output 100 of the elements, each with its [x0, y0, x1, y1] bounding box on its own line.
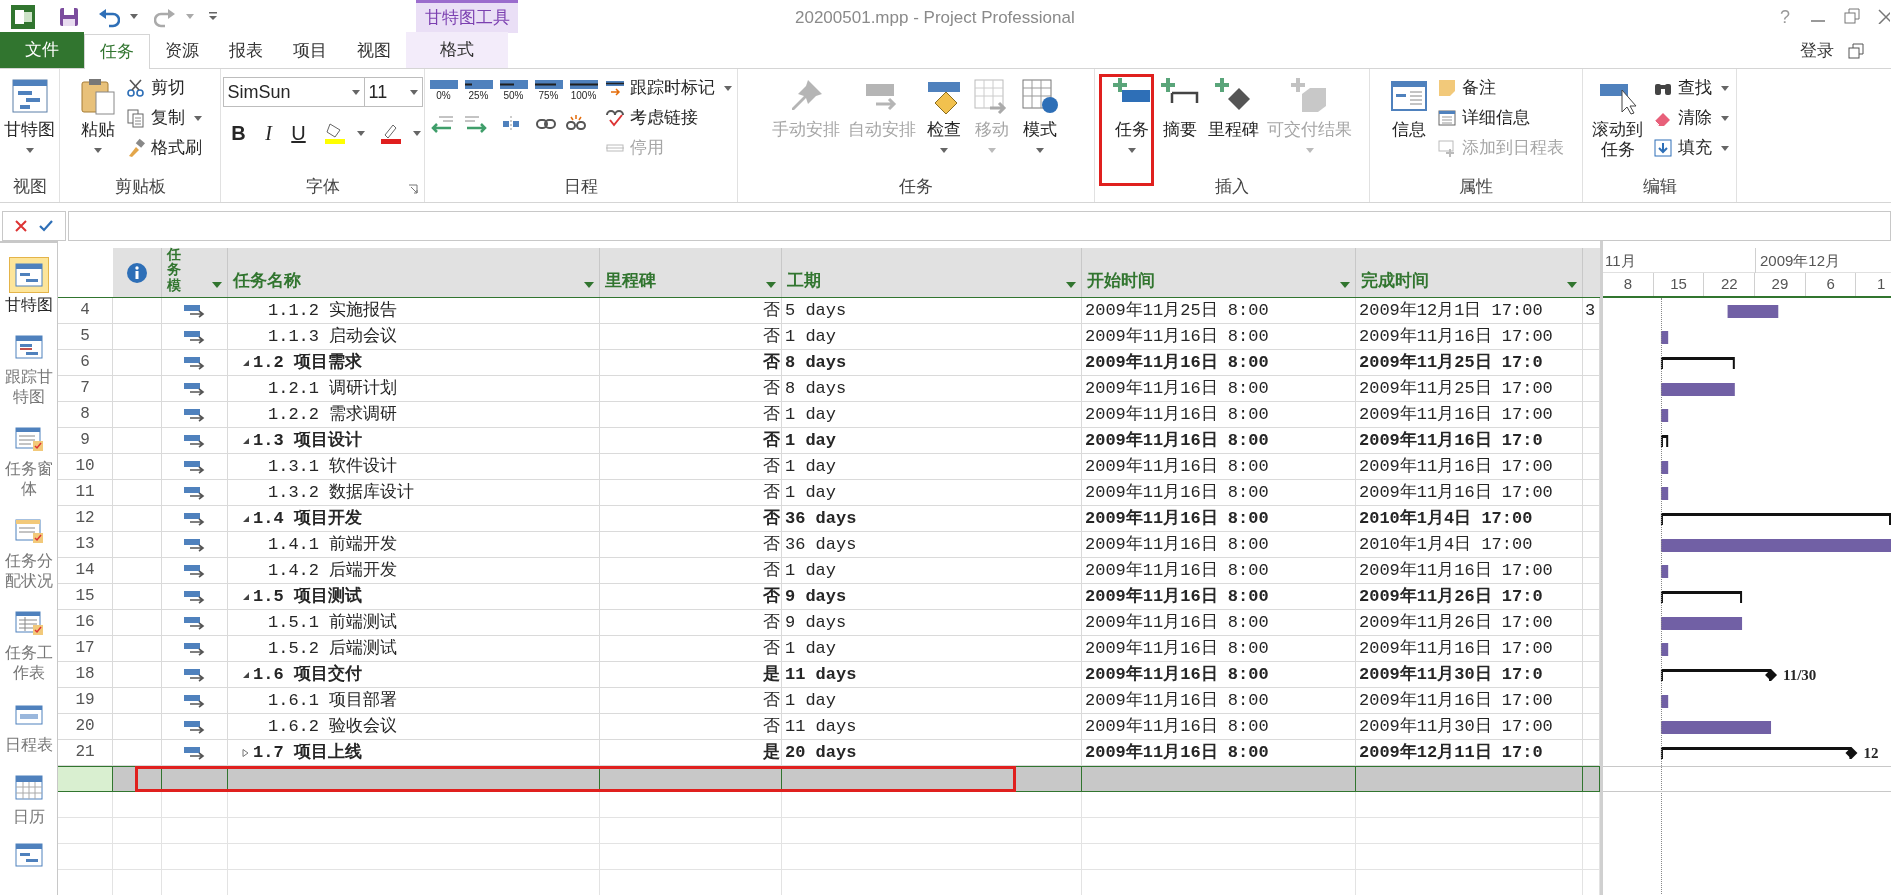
restore-icon[interactable] [1848, 43, 1864, 59]
ribbon-button[interactable]: 复制 [124, 104, 204, 132]
ribbon-button[interactable]: 跟踪时标记 [602, 74, 734, 102]
summary-bar [1660, 435, 1669, 447]
enter-check-icon[interactable] [39, 220, 53, 232]
task-bar[interactable] [1727, 305, 1779, 318]
row-number: 9 [58, 428, 113, 454]
progress-button[interactable]: 0% [428, 78, 459, 102]
group-label: 任务 [899, 176, 933, 198]
task-name: 1.4.2 后端开发 [268, 560, 398, 582]
progress-button[interactable]: 50% [498, 78, 529, 102]
font-name-field[interactable]: SimSun [222, 77, 365, 107]
empty-row[interactable] [1603, 766, 1891, 792]
format-button[interactable]: U [288, 121, 309, 145]
task-mode-icon [183, 381, 206, 396]
ribbon-button[interactable]: 滚动到任务 [1588, 72, 1647, 172]
table-cell: 否 [600, 298, 782, 324]
task-bar[interactable] [1660, 643, 1669, 656]
view-button[interactable]: 日程表 [0, 697, 57, 755]
note-icon [1436, 78, 1457, 98]
progress-bar-icon [569, 78, 598, 90]
timescale-label: 6 [1826, 274, 1835, 295]
ribbon-tab[interactable]: 格式 [406, 32, 508, 68]
table-cell: 2009年11月16日 8:00 [1082, 454, 1356, 480]
column-header[interactable]: 开始时间 [1082, 248, 1356, 298]
outdent-icon[interactable] [430, 114, 455, 134]
row-number: 11 [58, 480, 113, 506]
column-header[interactable]: 里程碑 [600, 248, 782, 298]
dialog-launcher-icon[interactable] [408, 184, 418, 194]
ribbon-button[interactable]: 填充 [1650, 134, 1731, 162]
column-header[interactable]: 工期 [782, 248, 1082, 298]
ribbon-button[interactable]: 详细信息 [1434, 104, 1566, 132]
ribbon-tab[interactable]: 项目 [278, 34, 342, 68]
ribbon-tab[interactable]: 视图 [342, 34, 406, 68]
ribbon-button[interactable]: 任务 [1110, 72, 1154, 172]
task-bar[interactable] [1660, 461, 1669, 474]
format-button[interactable]: I [258, 121, 279, 145]
view-button[interactable]: 任务窗体 [0, 421, 57, 499]
format-button[interactable]: B [228, 121, 249, 145]
expand-triangle-icon[interactable] [242, 748, 250, 757]
ribbon-button[interactable]: 模式 [1018, 72, 1062, 172]
info-icon [126, 261, 148, 284]
view-button[interactable]: 跟踪甘特图 [0, 329, 57, 407]
task-bar[interactable] [1660, 695, 1669, 708]
ribbon-tab[interactable]: 资源 [150, 34, 214, 68]
task-bar[interactable] [1660, 487, 1669, 500]
customize-icon[interactable] [208, 11, 218, 22]
task-bar[interactable] [1660, 565, 1669, 578]
ribbon-button[interactable]: 里程碑 [1206, 72, 1261, 172]
view-icon[interactable] [12, 841, 45, 869]
indent-icon[interactable] [462, 114, 487, 134]
ribbon-button[interactable]: 考虑链接 [602, 104, 734, 132]
collapse-triangle-icon[interactable] [242, 436, 250, 445]
caret-icon [412, 130, 421, 136]
table-cell: 9 days [782, 584, 1082, 610]
collapse-triangle-icon[interactable] [242, 358, 250, 367]
ribbon-tab[interactable]: 任务 [84, 34, 150, 69]
restore-icon[interactable] [1844, 8, 1860, 24]
font-size-field[interactable]: 11 [364, 77, 423, 107]
ribbon-button[interactable]: 甘特图 [2, 72, 57, 172]
empty-cell[interactable] [1583, 766, 1600, 792]
table-cell: 2009年11月16日 8:00 [1082, 688, 1356, 714]
ribbon-button[interactable]: 备注 [1434, 74, 1566, 102]
ribbon-tab[interactable]: 报表 [214, 34, 278, 68]
highlight-icon[interactable] [322, 121, 347, 145]
collapse-triangle-icon[interactable] [242, 670, 250, 679]
cancel-icon[interactable] [15, 220, 27, 232]
row-number: 17 [58, 636, 113, 662]
entry-field[interactable] [68, 211, 1891, 241]
save-icon[interactable] [58, 5, 80, 28]
sign-in-link[interactable]: 登录 [1800, 38, 1834, 64]
view-button[interactable]: 日历 [0, 769, 57, 827]
view-button[interactable]: 甘特图 [0, 257, 57, 315]
column-header[interactable]: 任务名称 [228, 248, 600, 298]
progress-button[interactable]: 75% [533, 78, 564, 102]
ribbon-button[interactable]: 清除 [1650, 104, 1731, 132]
collapse-triangle-icon[interactable] [242, 514, 250, 523]
view-button[interactable]: 任务工作表 [0, 605, 57, 683]
collapse-triangle-icon[interactable] [242, 592, 250, 601]
ribbon-button[interactable]: 检查 [922, 72, 966, 172]
ribbon-button[interactable]: 粘贴 [76, 72, 120, 172]
ribbon-button[interactable]: 查找 [1650, 74, 1731, 102]
task-name: 1.3.2 数据库设计 [268, 481, 415, 504]
task-name: 1.3.1 软件设计 [268, 456, 398, 478]
task-bar[interactable] [1660, 409, 1669, 422]
task-bar[interactable] [1660, 331, 1669, 344]
ribbon-tab[interactable]: 文件 [0, 32, 84, 68]
column-header[interactable]: 任务模 [162, 248, 228, 298]
progress-button[interactable]: 100% [568, 78, 599, 102]
ribbon-button[interactable]: 摘要 [1158, 72, 1202, 172]
column-header[interactable]: 完成时间 [1356, 248, 1583, 298]
row-number: 8 [58, 402, 113, 428]
ribbon-button[interactable]: 剪切 [124, 74, 204, 102]
view-button[interactable]: 任务分配状况 [0, 513, 57, 591]
ribbon-button[interactable]: 信息 [1386, 72, 1431, 172]
task-mode-icon [183, 667, 206, 682]
task-bar[interactable] [1660, 617, 1743, 630]
close-icon[interactable] [1878, 8, 1890, 24]
progress-button[interactable]: 25% [463, 78, 494, 102]
ribbon-button[interactable]: 格式刷 [124, 134, 204, 162]
